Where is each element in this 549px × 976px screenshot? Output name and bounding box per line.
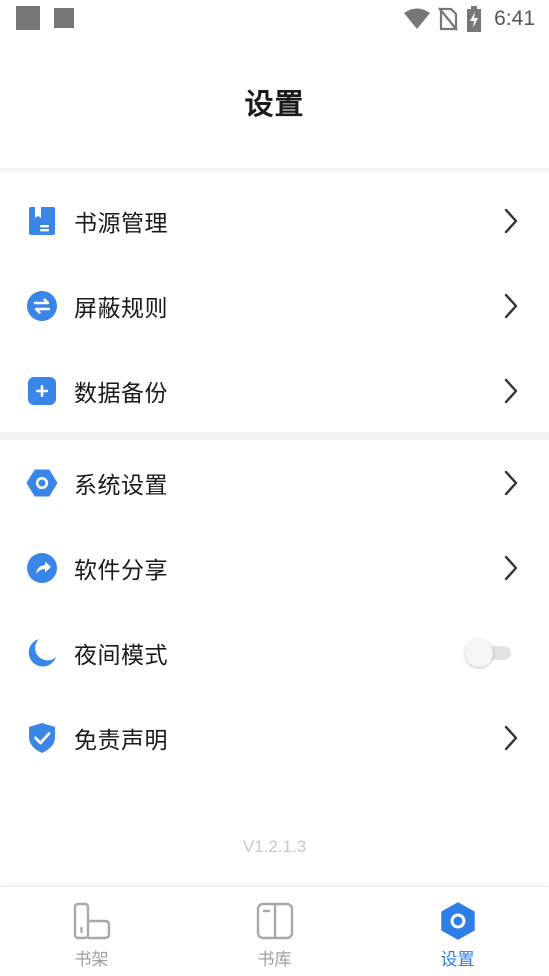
tab-bookshelf[interactable]: 书架 xyxy=(0,887,183,976)
menu-item-share-app[interactable]: 软件分享 xyxy=(0,525,549,610)
menu-item-book-source[interactable]: 书源管理 xyxy=(0,178,549,263)
app-version: V1.2.1.3 xyxy=(242,837,307,856)
menu-item-label: 书源管理 xyxy=(74,210,168,237)
menu-item-label: 夜间模式 xyxy=(74,642,168,669)
chevron-right-icon xyxy=(503,378,519,404)
battery-charging-icon xyxy=(467,6,482,32)
menu-item-label: 软件分享 xyxy=(74,557,168,584)
chevron-right-icon xyxy=(503,293,519,319)
toggle-knob xyxy=(465,638,493,667)
status-bar: 6:41 xyxy=(0,0,549,38)
menu-group-2: 系统设置 软件分享 夜间模式 免责声明 xyxy=(0,440,549,780)
menu-item-label: 免责声明 xyxy=(74,727,168,754)
shield-check-icon xyxy=(26,722,58,754)
moon-icon xyxy=(26,637,58,669)
wifi-icon xyxy=(404,8,431,29)
no-sim-icon xyxy=(438,7,458,31)
hexagon-settings-icon xyxy=(26,467,58,499)
header-divider xyxy=(0,168,549,174)
chevron-right-icon xyxy=(503,470,519,496)
menu-item-block-rules[interactable]: 屏蔽规则 xyxy=(0,263,549,348)
section-divider xyxy=(0,432,549,440)
tab-label: 书架 xyxy=(74,950,109,970)
notification-icon xyxy=(54,8,74,28)
tab-library[interactable]: 书库 xyxy=(183,887,366,976)
menu-item-label: 屏蔽规则 xyxy=(74,295,168,322)
chevron-right-icon xyxy=(503,555,519,581)
notification-icon xyxy=(16,6,40,30)
clock: 6:41 xyxy=(494,7,535,30)
tab-settings[interactable]: 设置 xyxy=(366,887,549,976)
menu-group-1: 书源管理 屏蔽规则 数据备份 xyxy=(0,178,549,433)
hexagon-settings-icon xyxy=(438,901,478,941)
menu-item-label: 数据备份 xyxy=(74,380,168,407)
menu-item-label: 系统设置 xyxy=(74,472,168,499)
menu-item-disclaimer[interactable]: 免责声明 xyxy=(0,695,549,780)
menu-item-data-backup[interactable]: 数据备份 xyxy=(0,348,549,433)
tab-label: 书库 xyxy=(257,950,292,970)
night-mode-toggle[interactable] xyxy=(465,638,513,668)
share-arrow-icon xyxy=(26,552,58,584)
book-source-icon xyxy=(26,205,58,237)
tab-label: 设置 xyxy=(440,950,475,970)
add-square-icon xyxy=(26,375,58,407)
bottom-tab-bar: 书架 书库 设置 xyxy=(0,886,549,976)
menu-item-system-settings[interactable]: 系统设置 xyxy=(0,440,549,525)
swap-arrows-icon xyxy=(26,290,58,322)
page-title: 设置 xyxy=(244,87,305,121)
open-book-icon xyxy=(255,901,295,941)
chevron-right-icon xyxy=(503,725,519,751)
bookshelf-icon xyxy=(72,901,112,941)
chevron-right-icon xyxy=(503,208,519,234)
menu-item-night-mode[interactable]: 夜间模式 xyxy=(0,610,549,695)
status-icons: 6:41 xyxy=(404,4,535,34)
header: 设置 xyxy=(0,38,549,168)
